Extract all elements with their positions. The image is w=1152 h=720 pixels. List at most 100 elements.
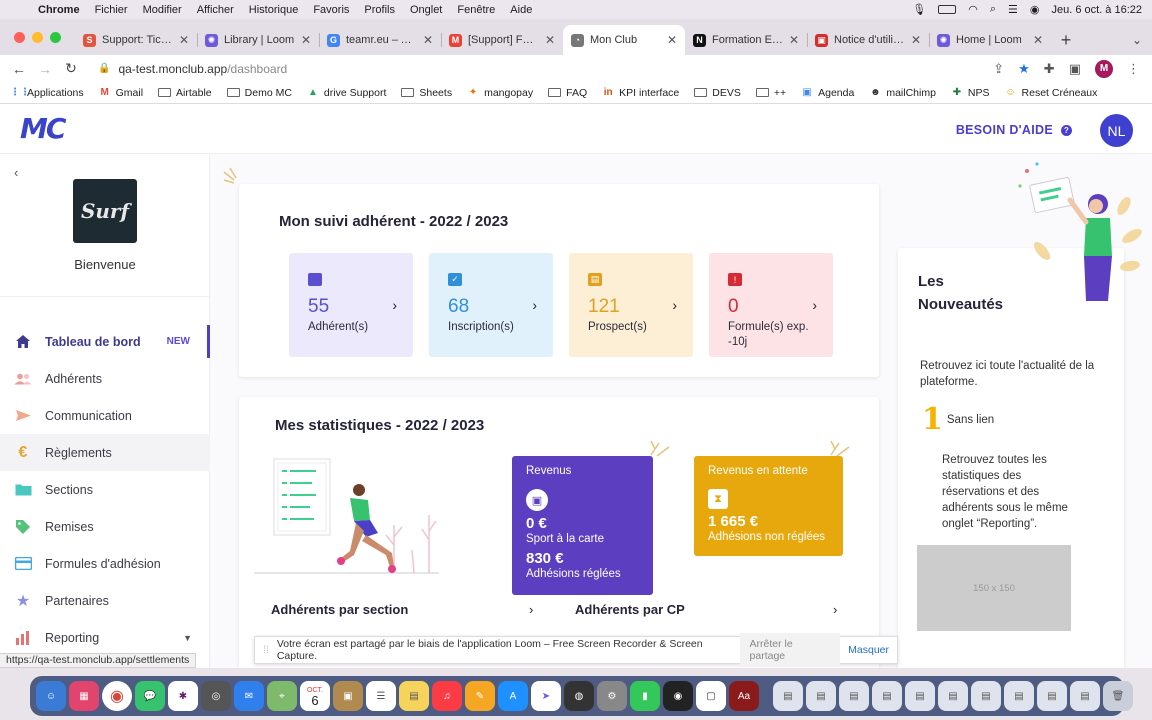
forward-icon[interactable]: → xyxy=(32,61,58,77)
document-thumbnail-icon[interactable]: ▤ xyxy=(839,681,869,711)
hide-bar-button[interactable]: Masquer xyxy=(848,644,889,656)
dictionary-icon[interactable]: Aa xyxy=(729,681,759,711)
menu-aide[interactable]: Aide xyxy=(510,4,532,16)
chevron-right-icon[interactable]: › xyxy=(812,297,817,313)
browser-tab[interactable]: Gteamr.eu – Age ✕ xyxy=(319,25,441,55)
bookmark-item[interactable]: M Gmail xyxy=(99,87,143,99)
chevron-right-icon[interactable]: › xyxy=(833,602,837,617)
document-thumbnail-icon[interactable]: ▤ xyxy=(905,681,935,711)
minimize-window-button[interactable] xyxy=(32,31,43,43)
bookmark-item[interactable]: FAQ xyxy=(548,87,587,99)
notes-icon[interactable]: ▤ xyxy=(399,681,429,711)
sidebar-item-partenaires[interactable]: ★ Partenaires xyxy=(0,582,210,619)
maps-icon[interactable]: ⌖ xyxy=(267,681,297,711)
bookmark-item[interactable]: ☺ Reset Créneaux xyxy=(1005,87,1097,99)
contacts-icon[interactable]: ▣ xyxy=(333,681,363,711)
trash-icon[interactable]: 🗑 xyxy=(1103,681,1133,711)
app-store-icon[interactable]: A xyxy=(498,681,528,711)
sidebar-item-adherents[interactable]: Adhérents xyxy=(0,360,210,397)
finder-icon[interactable]: ☺ xyxy=(36,681,66,711)
chevron-down-icon[interactable]: ▼ xyxy=(183,633,192,643)
menu-app[interactable]: Chrome xyxy=(38,4,80,16)
reminders-icon[interactable]: ☰ xyxy=(366,681,396,711)
document-thumbnail-icon[interactable]: ▤ xyxy=(773,681,803,711)
menu-historique[interactable]: Historique xyxy=(249,4,299,16)
revenus-card[interactable]: Revenus ▣ 0 € Sport à la carte 830 € Adh… xyxy=(512,456,653,595)
music-icon[interactable]: ♫ xyxy=(432,681,462,711)
share-icon[interactable]: ⇪ xyxy=(993,61,1004,77)
help-link[interactable]: BESOIN D'AIDE ? xyxy=(956,123,1072,137)
menubar-clock[interactable]: Jeu. 6 oct. à 16:22 xyxy=(1051,4,1142,16)
adherents-par-cp-link[interactable]: Adhérents par CP xyxy=(575,602,685,617)
calendar-icon[interactable]: OCT. 6 xyxy=(300,681,330,711)
browser-tab[interactable]: ◔ Mon Club ✕ xyxy=(563,25,685,55)
close-tab-icon[interactable]: ✕ xyxy=(179,33,189,47)
close-tab-icon[interactable]: ✕ xyxy=(1033,33,1043,47)
profile-avatar[interactable]: M xyxy=(1095,59,1113,78)
menu-onglet[interactable]: Onglet xyxy=(410,4,442,16)
linear-icon[interactable]: ➤ xyxy=(531,681,561,711)
back-icon[interactable]: ← xyxy=(6,61,32,77)
menu-favoris[interactable]: Favoris xyxy=(313,4,349,16)
bookmark-item[interactable]: ⋮⋮ Applications xyxy=(10,87,84,99)
pages-icon[interactable]: ✎ xyxy=(465,681,495,711)
document-thumbnail-icon[interactable]: ▤ xyxy=(1004,681,1034,711)
document-thumbnail-icon[interactable]: ▤ xyxy=(872,681,902,711)
close-window-button[interactable] xyxy=(14,31,25,43)
document-thumbnail-icon[interactable]: ▤ xyxy=(1070,681,1100,711)
bookmark-item[interactable]: Demo MC xyxy=(226,87,292,99)
menu-profils[interactable]: Profils xyxy=(364,4,395,16)
loom-recorder-icon[interactable]: ◉ xyxy=(663,681,693,711)
browser-tab[interactable]: ✺ Home | Loom ✕ xyxy=(929,25,1051,55)
close-tab-icon[interactable]: ✕ xyxy=(789,33,799,47)
stop-sharing-button[interactable]: Arrêter le partage xyxy=(739,633,841,667)
address-bar[interactable]: 🔒 qa-test.monclub.app/dashboard xyxy=(90,56,987,81)
chrome-menu-icon[interactable]: ⋮ xyxy=(1127,61,1140,77)
new-tab-button[interactable]: + xyxy=(1051,25,1081,55)
document-thumbnail-icon[interactable]: ▤ xyxy=(971,681,1001,711)
bookmark-item[interactable]: ▲ drive Support xyxy=(307,87,386,99)
menu-modifier[interactable]: Modifier xyxy=(143,4,182,16)
bookmark-star-icon[interactable]: ★ xyxy=(1018,61,1030,77)
control-center-icon[interactable]: ☰ xyxy=(1008,3,1018,16)
adherents-par-section-link[interactable]: Adhérents par section xyxy=(271,602,408,617)
quicktime-icon[interactable]: ◍ xyxy=(564,681,594,711)
mail-icon[interactable]: ✉ xyxy=(234,681,264,711)
bookmark-item[interactable]: ++ xyxy=(755,87,786,99)
system-preferences-icon[interactable]: ⚙ xyxy=(597,681,627,711)
microphone-icon[interactable]: 🎙 xyxy=(912,3,926,16)
document-thumbnail-icon[interactable]: ▤ xyxy=(1037,681,1067,711)
user-avatar[interactable]: NL xyxy=(1100,114,1133,147)
wifi-icon[interactable]: ◠ xyxy=(968,3,978,16)
bookmark-item[interactable]: ☻ mailChimp xyxy=(869,87,936,99)
chevron-right-icon[interactable]: › xyxy=(529,602,533,617)
bookmark-item[interactable]: ✦ mangopay xyxy=(467,87,533,99)
reload-icon[interactable]: ↻ xyxy=(58,60,84,77)
browser-tab[interactable]: M [Support] Fwd: ✕ xyxy=(441,25,563,55)
close-tab-icon[interactable]: ✕ xyxy=(301,33,311,47)
launchpad-icon[interactable]: ▦ xyxy=(69,681,99,711)
tile-formules-expirees[interactable]: ! 0 Formule(s) exp. -10j › xyxy=(709,253,833,357)
document-thumbnail-icon[interactable]: ▤ xyxy=(806,681,836,711)
tile-adherents[interactable]: 55 Adhérent(s) › xyxy=(289,253,413,357)
chevron-right-icon[interactable]: › xyxy=(392,297,397,313)
chevron-right-icon[interactable]: › xyxy=(532,297,537,313)
tab-search-icon[interactable]: ⌄ xyxy=(1122,25,1152,55)
screenshot-icon[interactable]: ◎ xyxy=(201,681,231,711)
bookmark-item[interactable]: DEVS xyxy=(694,87,741,99)
search-icon[interactable]: ⌕ xyxy=(990,3,996,16)
sidebar-item-formules[interactable]: Formules d'adhésion xyxy=(0,545,210,582)
battery-icon[interactable] xyxy=(938,5,957,14)
sidebar-item-sections[interactable]: Sections xyxy=(0,471,210,508)
tile-inscriptions[interactable]: ✓ 68 Inscription(s) › xyxy=(429,253,553,357)
sidebar-item-reporting[interactable]: Reporting ▼ xyxy=(0,619,210,656)
preview-icon[interactable]: ▢ xyxy=(696,681,726,711)
revenus-attente-card[interactable]: Revenus en attente ⧗ 1 665 € Adhésions n… xyxy=(694,456,843,556)
browser-tab[interactable]: S Support: Ticket ✕ xyxy=(75,25,197,55)
bookmark-item[interactable]: ✚ NPS xyxy=(951,87,990,99)
side-panel-icon[interactable]: ▣ xyxy=(1069,61,1081,77)
bookmark-item[interactable]: Sheets xyxy=(401,87,452,99)
monclub-logo[interactable]: MC xyxy=(20,112,66,145)
menu-fichier[interactable]: Fichier xyxy=(95,4,128,16)
close-tab-icon[interactable]: ✕ xyxy=(667,33,677,47)
